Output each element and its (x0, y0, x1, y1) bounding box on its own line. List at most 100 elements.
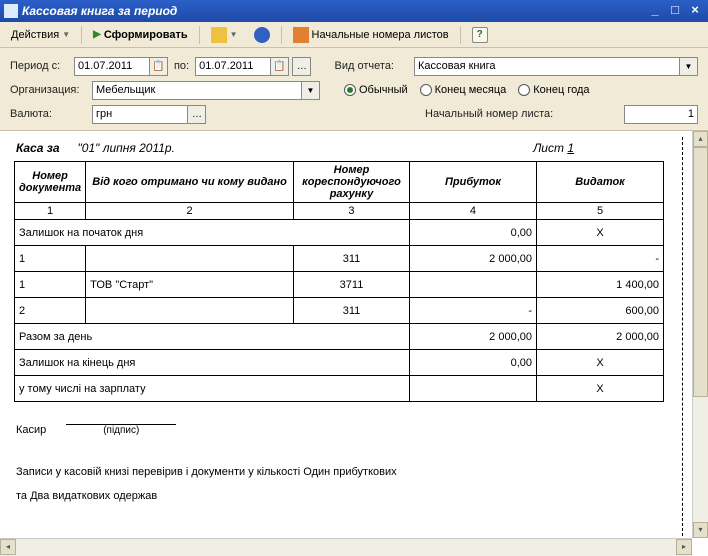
sheets-label: Начальные номера листов (312, 29, 449, 41)
number-row: 1 2 3 4 5 (15, 203, 664, 220)
org-dropdown-button[interactable]: ▼ (301, 81, 320, 100)
income-cell (409, 376, 536, 402)
period-from-label: Период с: (10, 60, 70, 72)
scroll-track[interactable] (693, 147, 708, 522)
scroll-down-button[interactable]: ▾ (693, 522, 708, 538)
sheets-button[interactable]: Начальные номера листов (286, 24, 456, 46)
row-label: у тому числі на зарплату (15, 376, 410, 402)
col-doc-header: Номер документа (15, 162, 86, 203)
date-from-calendar-button[interactable]: 📋 (149, 57, 168, 76)
radio-dot-icon (344, 84, 356, 96)
expense-cell: 1 400,00 (537, 272, 664, 298)
form-button[interactable]: ▶ Сформировать (86, 26, 195, 44)
radio-year-label: Конец года (533, 84, 589, 96)
who-cell (86, 298, 294, 324)
who-cell (86, 246, 294, 272)
income-cell: 2 000,00 (409, 246, 536, 272)
tool-button-2[interactable] (247, 24, 277, 46)
help-button[interactable]: ? (465, 24, 495, 46)
radio-year-end[interactable]: Конец года (518, 84, 589, 96)
page-cut-line (682, 137, 683, 536)
period-ellipsis-button[interactable]: … (292, 57, 310, 76)
expense-cell: X (537, 220, 664, 246)
radio-month-end[interactable]: Конец месяца (420, 84, 507, 96)
play-icon: ▶ (93, 29, 101, 40)
tool-button-1[interactable]: ▼ (204, 24, 245, 46)
cashier-label: Касир (16, 424, 46, 436)
window-buttons: _ □ × (646, 3, 704, 19)
table-row: 13112 000,00- (15, 246, 664, 272)
signature-caption: (підпис) (66, 425, 176, 436)
scroll-thumb[interactable] (693, 147, 708, 397)
org-label: Организация: (10, 84, 88, 96)
income-cell: - (409, 298, 536, 324)
sheets-icon (293, 27, 309, 43)
report-date: "01" липня 2011р. (78, 141, 175, 155)
radio-month-label: Конец месяца (435, 84, 507, 96)
table-row: Залишок на початок дня0,00X (15, 220, 664, 246)
account-cell: 3711 (294, 272, 410, 298)
titlebar: Кассовая книга за период _ □ × (0, 0, 708, 22)
settings-icon (211, 27, 227, 43)
report-type-select[interactable] (414, 57, 680, 76)
separator (281, 26, 282, 44)
vertical-scrollbar[interactable]: ▴ ▾ (692, 131, 708, 538)
maximize-button[interactable]: □ (666, 3, 684, 19)
currency-label: Валюта: (10, 108, 88, 120)
start-sheet-label: Начальный номер листа: (425, 108, 553, 120)
income-cell: 0,00 (409, 220, 536, 246)
records-line-1: Записи у касовій книзі перевірив і докум… (16, 466, 692, 478)
table-row: у тому числі на зарплату X (15, 376, 664, 402)
cash-table: Номер документа Від кого отримано чи ком… (14, 161, 664, 402)
help-icon: ? (472, 27, 488, 43)
chevron-down-icon: ▼ (62, 30, 70, 39)
radio-dot-icon (518, 84, 530, 96)
colnum-5: 5 (537, 203, 664, 220)
start-sheet-input[interactable] (624, 105, 698, 124)
table-row: 1ТОВ "Старт"37111 400,00 (15, 272, 664, 298)
col-exp-header: Видаток (537, 162, 664, 203)
chevron-down-icon: ▼ (230, 30, 238, 39)
report-type-dropdown-button[interactable]: ▼ (679, 57, 698, 76)
currency-ellipsis-button[interactable]: … (187, 105, 206, 124)
table-row: Разом за день2 000,002 000,00 (15, 324, 664, 350)
col-acc-header: Номер кореспондуючого рахунку (294, 162, 410, 203)
separator (81, 26, 82, 44)
col-who-header: Від кого отримано чи кому видано (86, 162, 294, 203)
income-cell: 2 000,00 (409, 324, 536, 350)
income-cell: 0,00 (409, 350, 536, 376)
date-to-input[interactable] (195, 57, 271, 76)
table-row: 2311-600,00 (15, 298, 664, 324)
date-from-input[interactable] (74, 57, 150, 76)
income-cell (409, 272, 536, 298)
expense-cell: 2 000,00 (537, 324, 664, 350)
toolbar: Действия ▼ ▶ Сформировать ▼ Начальные но… (0, 22, 708, 48)
report-header: Каса за "01" липня 2011р. Лист 1 (14, 137, 694, 161)
horizontal-scrollbar[interactable]: ◂ ▸ (0, 538, 692, 556)
actions-label: Действия (11, 29, 59, 41)
cashier-row: Касир (підпис) (16, 424, 692, 436)
actions-menu[interactable]: Действия ▼ (4, 26, 77, 44)
period-mode-group: Обычный Конец месяца Конец года (344, 84, 590, 96)
header-row: Номер документа Від кого отримано чи ком… (15, 162, 664, 203)
close-button[interactable]: × (686, 3, 704, 19)
colnum-2: 2 (86, 203, 294, 220)
expense-cell: X (537, 376, 664, 402)
search-icon (254, 27, 270, 43)
scroll-left-button[interactable]: ◂ (0, 539, 16, 555)
report-area: Каса за "01" липня 2011р. Лист 1 Номер д… (0, 131, 708, 556)
minimize-button[interactable]: _ (646, 3, 664, 19)
date-to-calendar-button[interactable]: 📋 (270, 57, 289, 76)
scroll-right-button[interactable]: ▸ (676, 539, 692, 555)
date-to-wrap: 📋 (195, 57, 289, 76)
account-cell: 311 (294, 298, 410, 324)
radio-usual[interactable]: Обычный (344, 84, 408, 96)
org-input[interactable] (92, 81, 302, 100)
scroll-up-button[interactable]: ▴ (693, 131, 708, 147)
sheet-label: Лист (533, 141, 564, 155)
app-icon (4, 4, 18, 18)
row-label: Залишок на кінець дня (15, 350, 410, 376)
currency-input[interactable] (92, 105, 188, 124)
records-line-2: та Два видаткових одержав (16, 490, 692, 502)
row-label: Залишок на початок дня (15, 220, 410, 246)
